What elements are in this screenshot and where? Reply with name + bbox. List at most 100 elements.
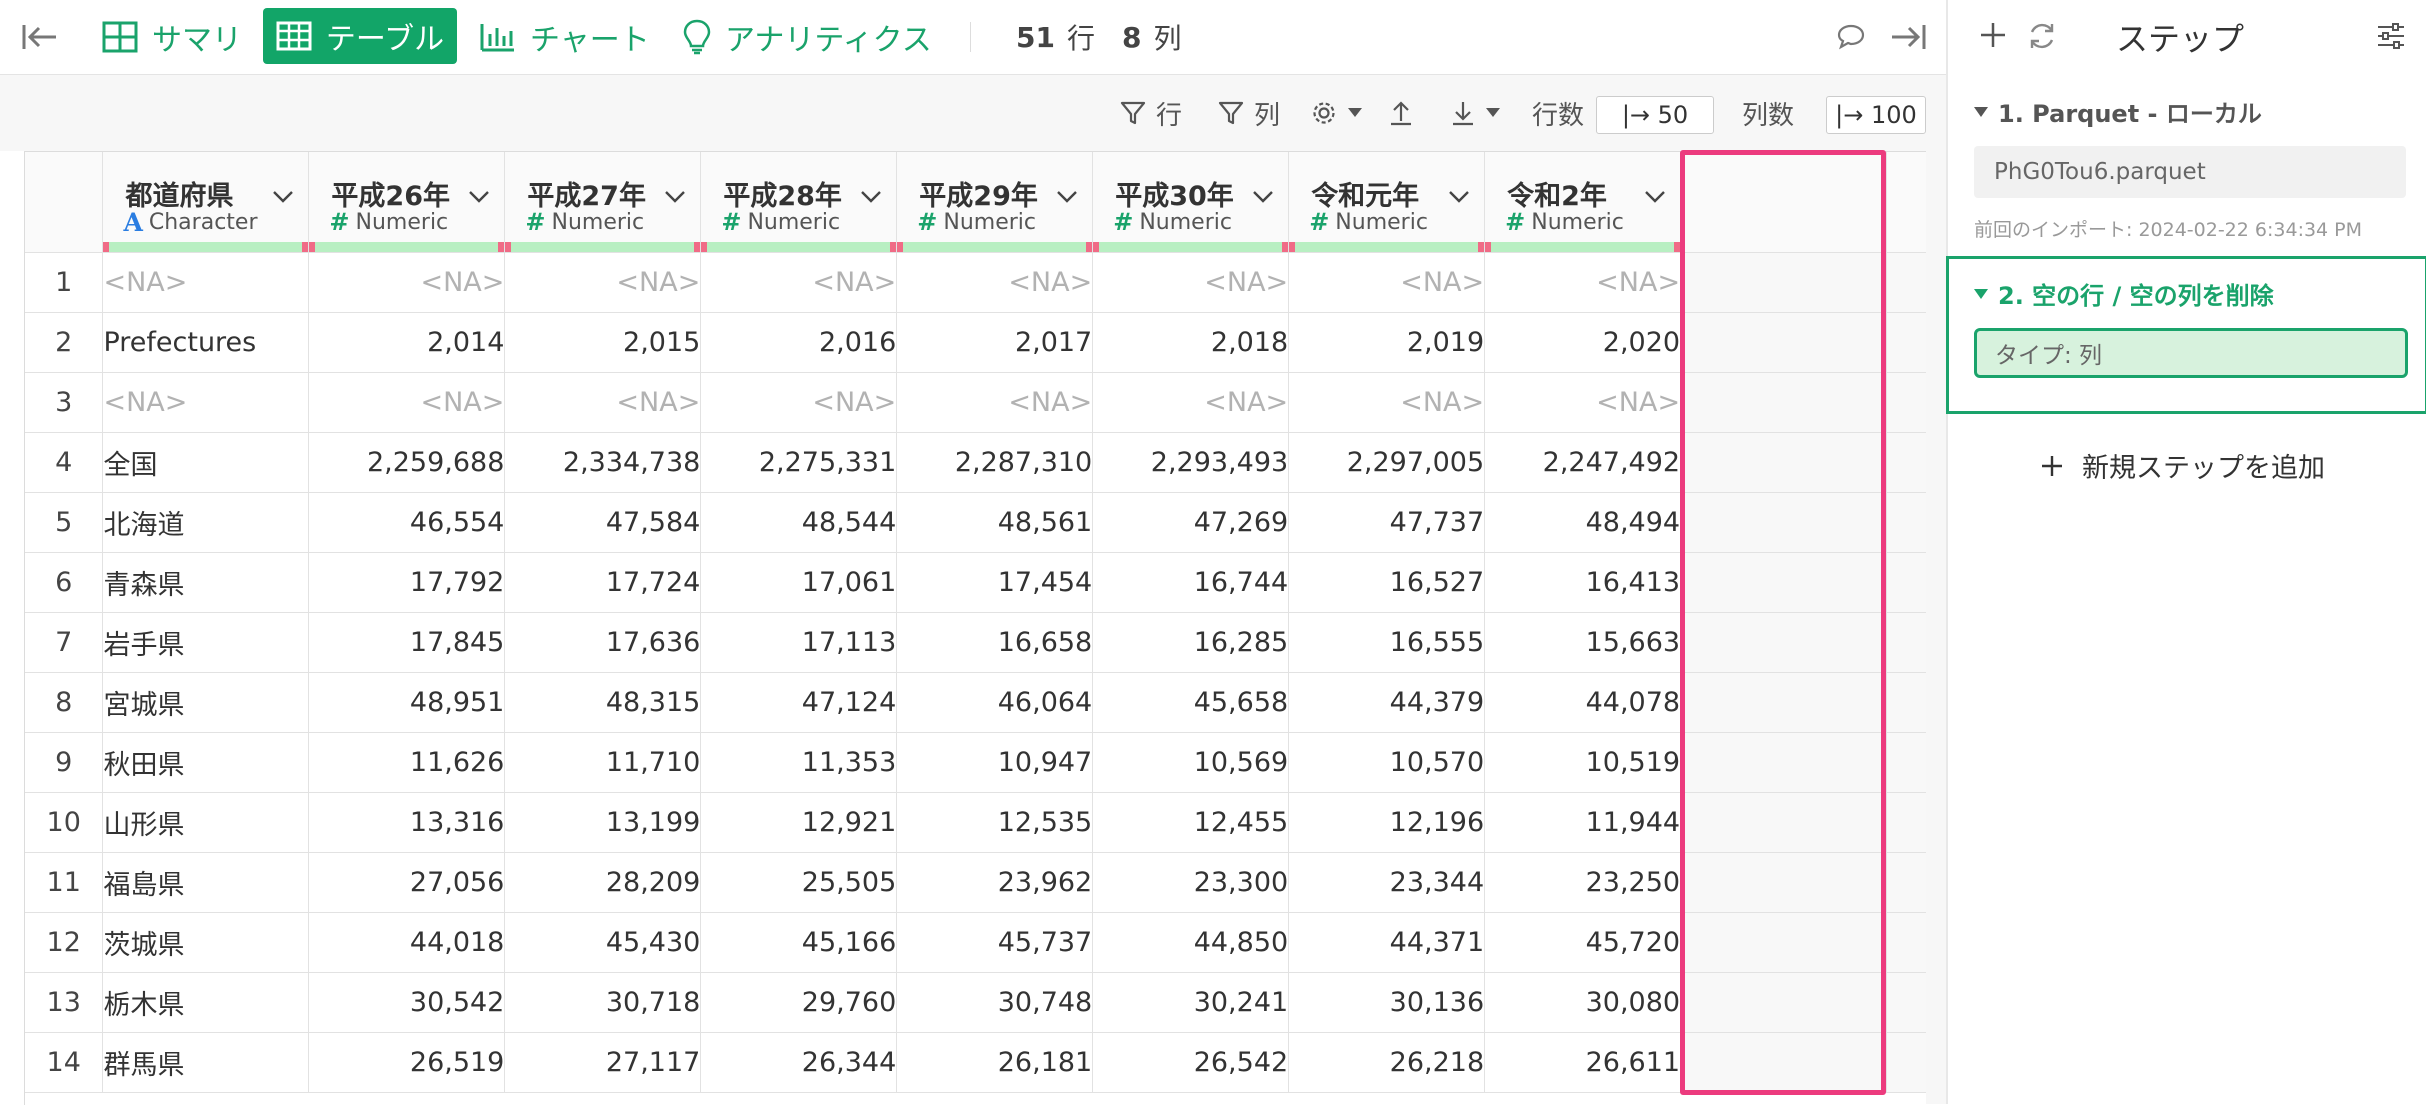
table-cell[interactable]: 2,287,310 <box>896 432 1094 493</box>
table-cell[interactable]: 45,658 <box>1092 672 1290 733</box>
table-cell[interactable]: <NA> <box>1484 372 1682 433</box>
table-cell[interactable]: 2,275,331 <box>700 432 898 493</box>
column-menu-chevron-icon[interactable] <box>1056 180 1078 211</box>
column-menu-chevron-icon[interactable] <box>860 180 882 211</box>
table-cell[interactable]: 44,850 <box>1092 912 1290 973</box>
column-header[interactable]: 令和元年 # Numeric <box>1288 152 1486 253</box>
table-cell[interactable]: 30,542 <box>308 972 506 1033</box>
column-menu-chevron-icon[interactable] <box>1252 180 1274 211</box>
table-cell[interactable]: <NA> <box>1092 372 1290 433</box>
rows-limit-input[interactable]: |→ 50 <box>1596 96 1714 134</box>
table-cell[interactable]: <NA> <box>896 252 1094 313</box>
table-cell[interactable]: 13,199 <box>504 792 702 853</box>
table-cell[interactable]: 30,718 <box>504 972 702 1033</box>
table-cell[interactable]: 群馬県 <box>102 1032 310 1093</box>
table-cell[interactable]: 45,720 <box>1484 912 1682 973</box>
step-1-file-field[interactable]: PhG0Tou6.parquet <box>1974 146 2406 198</box>
table-cell[interactable]: 23,962 <box>896 852 1094 913</box>
column-menu-chevron-icon[interactable] <box>272 180 294 211</box>
table-cell[interactable]: 17,792 <box>308 552 506 613</box>
table-cell[interactable]: 48,494 <box>1484 492 1682 553</box>
table-cell[interactable]: 26,181 <box>896 1032 1094 1093</box>
table-cell[interactable]: 17,636 <box>504 612 702 673</box>
column-header[interactable]: 平成28年 # Numeric <box>700 152 898 253</box>
table-cell[interactable]: 17,724 <box>504 552 702 613</box>
add-new-step-button[interactable]: 新規ステップを追加 <box>2040 446 2325 485</box>
table-cell[interactable]: 29,760 <box>700 972 898 1033</box>
table-cell[interactable]: 10,519 <box>1484 732 1682 793</box>
table-cell[interactable]: 13,316 <box>308 792 506 853</box>
table-cell[interactable]: 12,535 <box>896 792 1094 853</box>
table-cell[interactable]: 2,017 <box>896 312 1094 373</box>
table-cell[interactable]: 2,016 <box>700 312 898 373</box>
column-menu-chevron-icon[interactable] <box>1448 180 1470 211</box>
table-cell[interactable]: 28,209 <box>504 852 702 913</box>
table-cell[interactable]: 16,744 <box>1092 552 1290 613</box>
table-cell[interactable]: <NA> <box>102 252 310 313</box>
table-cell[interactable]: 23,300 <box>1092 852 1290 913</box>
table-cell[interactable]: 17,454 <box>896 552 1094 613</box>
table-cell[interactable]: <NA> <box>700 372 898 433</box>
table-cell[interactable]: 16,555 <box>1288 612 1486 673</box>
table-cell[interactable]: 45,166 <box>700 912 898 973</box>
column-header[interactable]: 平成27年 # Numeric <box>504 152 702 253</box>
table-cell[interactable]: 17,113 <box>700 612 898 673</box>
table-cell[interactable]: <NA> <box>1092 252 1290 313</box>
table-cell[interactable]: <NA> <box>504 372 702 433</box>
add-step-icon-button[interactable] <box>1978 20 2008 54</box>
column-menu-chevron-icon[interactable] <box>664 180 686 211</box>
table-cell[interactable]: 44,379 <box>1288 672 1486 733</box>
table-cell[interactable]: 26,519 <box>308 1032 506 1093</box>
table-cell[interactable]: 11,944 <box>1484 792 1682 853</box>
table-cell[interactable]: 12,455 <box>1092 792 1290 853</box>
data-grid[interactable]: 都道府県 A Character 平成26年 # Numeric 平成27年 # Numeric… <box>24 151 1927 1105</box>
settings-dropdown-button[interactable] <box>1310 75 1362 151</box>
table-cell[interactable]: 2,247,492 <box>1484 432 1682 493</box>
column-header[interactable]: 平成26年 # Numeric <box>308 152 506 253</box>
table-cell[interactable]: 2,297,005 <box>1288 432 1486 493</box>
table-cell[interactable]: Prefectures <box>102 312 310 373</box>
table-cell[interactable]: 12,196 <box>1288 792 1486 853</box>
table-cell[interactable]: 27,056 <box>308 852 506 913</box>
table-cell[interactable]: 2,014 <box>308 312 506 373</box>
table-cell[interactable]: 30,136 <box>1288 972 1486 1033</box>
filter-rows-button[interactable]: 行 <box>1120 75 1182 151</box>
collapse-left-button[interactable] <box>22 0 58 74</box>
table-cell[interactable]: 11,353 <box>700 732 898 793</box>
table-cell[interactable]: 12,921 <box>700 792 898 853</box>
download-dropdown-button[interactable] <box>1450 75 1500 151</box>
table-cell[interactable]: 17,061 <box>700 552 898 613</box>
table-cell[interactable]: 2,020 <box>1484 312 1682 373</box>
table-cell[interactable]: 10,569 <box>1092 732 1290 793</box>
table-cell[interactable]: <NA> <box>308 372 506 433</box>
column-header[interactable]: 都道府県 A Character <box>102 152 310 253</box>
table-cell[interactable]: 福島県 <box>102 852 310 913</box>
table-cell[interactable]: 45,430 <box>504 912 702 973</box>
tab-chart[interactable]: チャート <box>480 0 650 74</box>
column-header[interactable]: 平成29年 # Numeric <box>896 152 1094 253</box>
steps-settings-button[interactable] <box>2376 22 2406 54</box>
table-cell[interactable]: 16,413 <box>1484 552 1682 613</box>
table-cell[interactable]: 2,015 <box>504 312 702 373</box>
table-cell[interactable]: 茨城県 <box>102 912 310 973</box>
step-2-header[interactable]: 2. 空の行 / 空の列を削除 <box>1974 276 2274 311</box>
table-cell[interactable]: 27,117 <box>504 1032 702 1093</box>
column-header[interactable]: 平成30年 # Numeric <box>1092 152 1290 253</box>
table-cell[interactable]: 30,241 <box>1092 972 1290 1033</box>
table-cell[interactable]: 岩手県 <box>102 612 310 673</box>
table-cell[interactable]: <NA> <box>102 372 310 433</box>
table-cell[interactable]: 30,080 <box>1484 972 1682 1033</box>
table-cell[interactable]: 山形県 <box>102 792 310 853</box>
table-cell[interactable]: 48,561 <box>896 492 1094 553</box>
table-cell[interactable]: 25,505 <box>700 852 898 913</box>
table-cell[interactable]: 26,611 <box>1484 1032 1682 1093</box>
table-cell[interactable]: 30,748 <box>896 972 1094 1033</box>
table-cell[interactable]: 16,285 <box>1092 612 1290 673</box>
table-cell[interactable]: 47,124 <box>700 672 898 733</box>
table-cell[interactable]: 2,334,738 <box>504 432 702 493</box>
table-cell[interactable]: <NA> <box>896 372 1094 433</box>
table-cell[interactable]: 47,584 <box>504 492 702 553</box>
upload-button[interactable] <box>1388 75 1414 151</box>
table-cell[interactable]: 青森県 <box>102 552 310 613</box>
columns-limit-input[interactable]: |→ 100 <box>1826 96 1926 134</box>
